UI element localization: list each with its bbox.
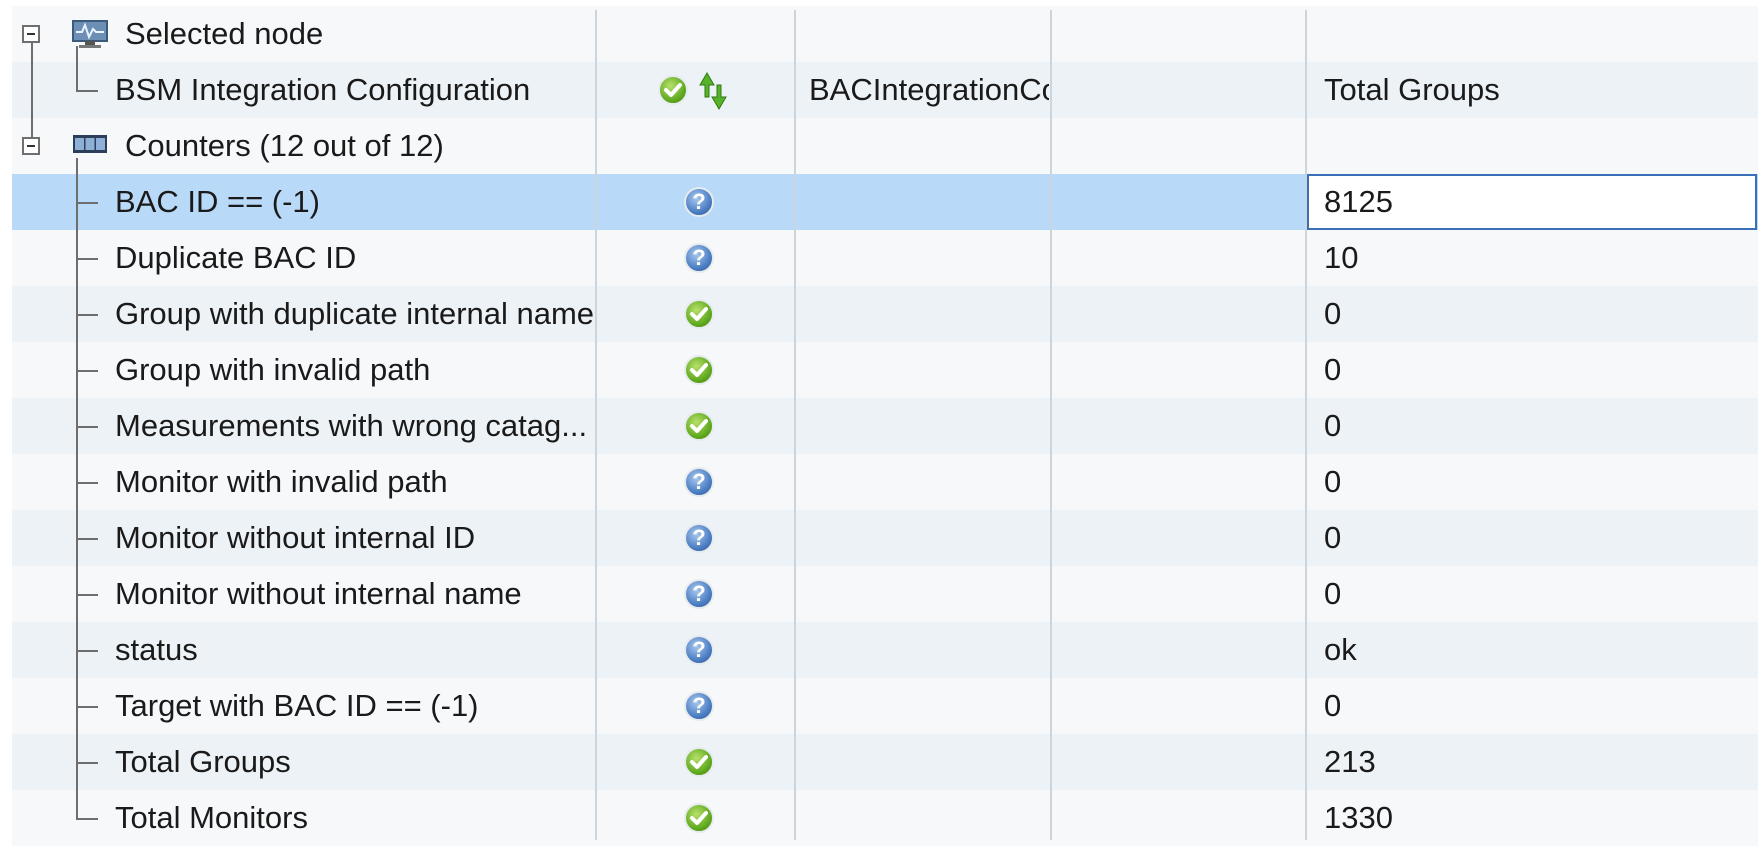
- counter-label: Total Monitors: [115, 800, 308, 835]
- counter-row[interactable]: Monitor with invalid path? 0: [12, 454, 1758, 510]
- unknown-question-icon: ?: [684, 691, 714, 721]
- counter-value: 0: [1324, 408, 1342, 443]
- counter-row[interactable]: Monitor without internal name? 0: [12, 566, 1758, 622]
- tree-connector: [76, 538, 98, 540]
- tree-connector: [76, 594, 98, 596]
- counter-name: Total Groups: [1324, 72, 1500, 107]
- node-label: Selected node: [125, 16, 324, 51]
- unknown-question-icon: ?: [684, 635, 714, 665]
- counter-label: Monitor with invalid path: [115, 464, 448, 499]
- node-label: Counters (12 out of 12): [125, 128, 444, 163]
- unknown-question-icon: ?: [684, 467, 714, 497]
- tree-connector: [76, 482, 98, 484]
- counter-row[interactable]: status? ok: [12, 622, 1758, 678]
- counter-value: 0: [1324, 296, 1342, 331]
- unknown-question-icon: ?: [684, 243, 714, 273]
- tree-connector: [76, 202, 98, 204]
- counter-label: Total Groups: [115, 744, 291, 779]
- counter-value: 0: [1324, 576, 1342, 611]
- counter-row[interactable]: Monitor without internal ID? 0: [12, 510, 1758, 566]
- unknown-question-icon: ?: [684, 579, 714, 609]
- column-divider[interactable]: [1050, 10, 1052, 840]
- counter-label: Target with BAC ID == (-1): [115, 688, 479, 723]
- ok-check-icon: [684, 747, 714, 777]
- counter-label: BAC ID == (-1): [115, 184, 320, 219]
- unknown-question-icon: ?: [684, 187, 714, 217]
- counter-row[interactable]: Total Groups 213: [12, 734, 1758, 790]
- tree-node-counters[interactable]: Counters (12 out of 12): [12, 118, 1758, 174]
- counter-row[interactable]: BAC ID == (-1)? 8125: [12, 174, 1758, 230]
- counter-value: 0: [1324, 520, 1342, 555]
- counter-value: 0: [1324, 352, 1342, 387]
- counter-value: 0: [1324, 464, 1342, 499]
- tree-connector: [76, 706, 98, 708]
- unknown-question-icon: ?: [684, 523, 714, 553]
- sync-arrows-icon: [698, 71, 728, 116]
- counter-row[interactable]: Group with invalid path 0: [12, 342, 1758, 398]
- counter-row[interactable]: Measurements with wrong catag... 0: [12, 398, 1758, 454]
- tree-connector: [76, 426, 98, 428]
- tree-connector: [31, 43, 33, 137]
- tree-node-selected-node[interactable]: Selected node: [12, 6, 1758, 62]
- column-divider[interactable]: [794, 10, 796, 840]
- collapse-toggle[interactable]: [22, 25, 40, 43]
- counter-row[interactable]: Group with duplicate internal name 0: [12, 286, 1758, 342]
- counter-value: 213: [1324, 744, 1376, 779]
- counter-value: 10: [1324, 240, 1359, 275]
- counter-label: Monitor without internal ID: [115, 520, 476, 555]
- counter-row[interactable]: Total Monitors 1330: [12, 790, 1758, 846]
- column-divider[interactable]: [1305, 10, 1307, 840]
- column-divider[interactable]: [595, 10, 597, 840]
- ok-check-icon: [684, 803, 714, 833]
- counter-label: Monitor without internal name: [115, 576, 522, 611]
- tree-connector: [76, 650, 98, 652]
- counters-tree-table: Selected node BSM Integration Configurati…: [12, 0, 1758, 846]
- counter-icon: [72, 132, 108, 161]
- tree-connector: [76, 90, 98, 92]
- ok-check-icon: [658, 75, 688, 105]
- ok-check-icon: [684, 355, 714, 385]
- counter-row[interactable]: Duplicate BAC ID? 10: [12, 230, 1758, 286]
- tree-connector: [76, 818, 98, 820]
- counter-value: 0: [1324, 688, 1342, 723]
- integration-name: BACIntegrationCo: [809, 72, 1049, 107]
- tree-connector: [76, 258, 98, 260]
- tree-node-bsm-integration[interactable]: BSM Integration Configuration BACIntegrat…: [12, 62, 1758, 118]
- counter-label: Measurements with wrong catag...: [115, 408, 588, 443]
- counter-value: 1330: [1324, 800, 1393, 835]
- counter-value: ok: [1324, 632, 1357, 667]
- tree-connector: [76, 762, 98, 764]
- counter-value[interactable]: 8125: [1324, 174, 1393, 230]
- counter-label: status: [115, 632, 198, 667]
- counter-label: Group with duplicate internal name: [115, 296, 595, 331]
- tree-connector: [76, 314, 98, 316]
- collapse-toggle[interactable]: [22, 137, 40, 155]
- tree-connector: [76, 46, 78, 90]
- counter-label: Duplicate BAC ID: [115, 240, 357, 275]
- node-label: BSM Integration Configuration: [115, 72, 531, 107]
- ok-check-icon: [684, 299, 714, 329]
- counter-label: Group with invalid path: [115, 352, 431, 387]
- counter-row[interactable]: Target with BAC ID == (-1)? 0: [12, 678, 1758, 734]
- tree-connector: [76, 158, 78, 818]
- ok-check-icon: [684, 411, 714, 441]
- tree-connector: [76, 370, 98, 372]
